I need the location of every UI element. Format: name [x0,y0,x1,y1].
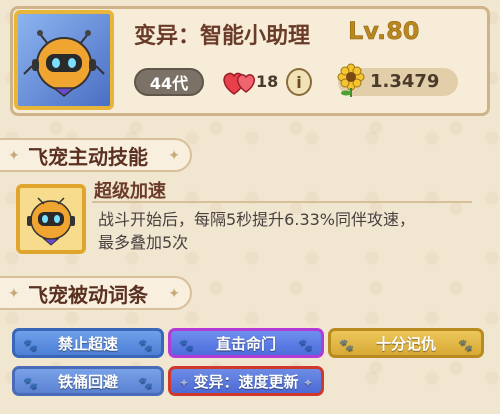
paw-icon: 🐾 [23,376,38,390]
pet-level: Lv.80 [348,17,420,46]
section-tab-active-skill: ✦ 飞宠主动技能 ✦ [0,138,192,172]
section-tab-passive-traits: ✦ 飞宠被动词条 ✦ [0,276,192,310]
active-skill-name: 超级加速 [94,181,166,202]
skill-desc-line-2: 最多叠加5次 [98,233,189,252]
skill-divider [92,201,472,203]
active-skill-description: 战斗开始后，每隔5秒提升6.33%同伴攻速， 最多叠加5次 [98,208,478,254]
paw-icon: 🐾 [298,338,313,352]
sparkle-icon: ✦ [8,148,20,164]
trait-button-1[interactable]: 🐾 禁止超速 🐾 [12,328,164,358]
trait-label: 铁桶回避 [57,372,118,391]
paw-icon: 🐾 [339,338,354,352]
trait-label: 直击命门 [215,334,276,353]
paw-icon: 🐾 [179,338,194,352]
trait-button-4[interactable]: 🐾 铁桶回避 🐾 [12,366,164,396]
paw-icon: 🐾 [138,338,153,352]
heart-count: 18 [256,72,279,91]
trait-button-2[interactable]: 🐾 直击命门 🐾 [168,328,324,358]
trait-button-3[interactable]: 🐾 十分记仇 🐾 [328,328,484,358]
sparkle-icon: ✦ [168,286,180,302]
trait-label: 十分记仇 [375,334,436,353]
trait-label: 变异：速度更新 [193,372,299,391]
robot-pet-skill-icon [16,184,86,254]
trait-label: 禁止超速 [57,334,118,353]
pet-detail-panel: 变异：智能小助理 Lv.80 44代 18 i 1.3479 ✦ 飞宠主动技能 … [0,0,500,414]
info-icon[interactable]: i [286,68,312,96]
sparkle-icon: ✦ [8,286,20,302]
pet-title: 变异：智能小助理 [134,24,311,49]
paw-icon: 🐾 [458,338,473,352]
paw-icon: ✦ [302,376,313,390]
generation-badge: 44代 [134,68,204,96]
section-active-label: 飞宠主动技能 [28,144,148,169]
robot-pet-portrait-icon [14,10,114,110]
sparkle-icon: ✦ [168,148,180,164]
section-passive-label: 飞宠被动词条 [28,282,148,307]
power-value: 1.3479 [370,71,440,92]
paw-icon: ✦ [179,376,190,390]
sunflower-icon [334,62,368,98]
paw-icon: 🐾 [23,338,38,352]
trait-button-5[interactable]: ✦ 变异：速度更新 ✦ [168,366,324,396]
active-skill-card: 超级加速 战斗开始后，每隔5秒提升6.33%同伴攻速， 最多叠加5次 [10,178,490,270]
skill-desc-line-1: 战斗开始后，每隔5秒提升6.33%同伴攻速， [98,210,416,229]
paw-icon: 🐾 [138,376,153,390]
